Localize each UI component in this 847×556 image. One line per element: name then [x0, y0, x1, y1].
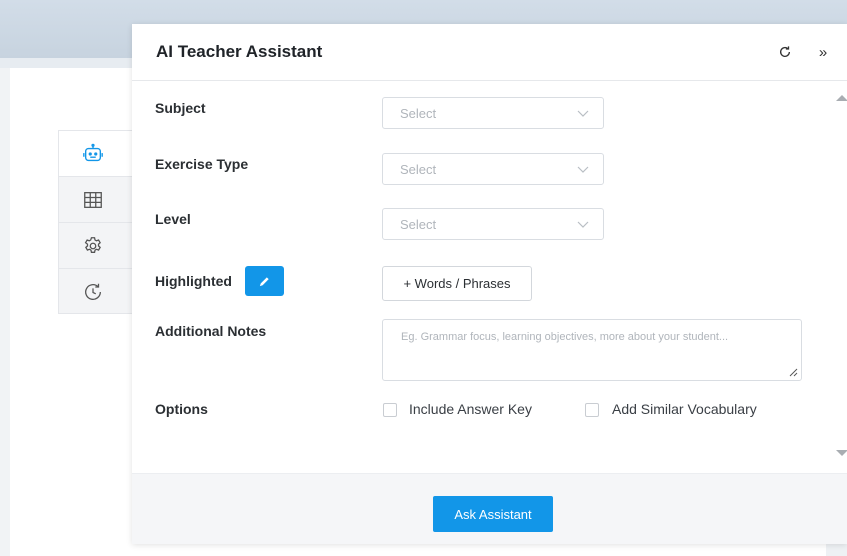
add-words-phrases-button[interactable]: + Words / Phrases: [382, 266, 532, 301]
additional-notes-placeholder: Eg. Grammar focus, learning objectives, …: [401, 331, 729, 343]
exercise-type-label: Exercise Type: [155, 156, 249, 172]
chevron-down-icon: [577, 166, 589, 173]
exercise-type-select[interactable]: Select: [382, 153, 604, 185]
collapse-double-chevron-icon: »: [818, 43, 828, 61]
scroll-down-arrow[interactable]: [836, 450, 847, 456]
subject-select-value: Select: [400, 106, 437, 121]
level-select-value: Select: [400, 217, 437, 232]
history-clock-icon: [84, 283, 101, 300]
add-similar-vocabulary-checkbox[interactable]: [585, 403, 599, 417]
scroll-up-arrow[interactable]: [836, 95, 847, 101]
side-tab-settings[interactable]: [59, 223, 132, 269]
additional-notes-label: Additional Notes: [155, 323, 267, 339]
side-tab-history[interactable]: [59, 269, 132, 315]
history-refresh-icon: [779, 46, 791, 57]
robot-icon: [82, 143, 103, 161]
level-select[interactable]: Select: [382, 208, 604, 240]
collapse-panel-button[interactable]: »: [813, 42, 833, 62]
options-label: Options: [155, 401, 208, 417]
side-tab-assistant[interactable]: [59, 131, 132, 177]
add-similar-vocabulary-label[interactable]: Add Similar Vocabulary: [612, 401, 757, 417]
panel-header: AI Teacher Assistant »: [132, 24, 847, 81]
chevron-down-icon: [577, 221, 589, 228]
subject-select[interactable]: Select: [382, 97, 604, 129]
pencil-icon: [259, 276, 269, 286]
settings-gear-icon: [84, 236, 101, 253]
side-tab-table[interactable]: [59, 177, 132, 223]
side-tab-strip: [58, 130, 132, 314]
resize-grip-icon[interactable]: [789, 368, 798, 377]
ask-assistant-button[interactable]: Ask Assistant: [433, 496, 553, 532]
ai-assistant-panel: AI Teacher Assistant » Subject Select Ex…: [132, 24, 847, 544]
refresh-button[interactable]: [775, 42, 795, 62]
panel-title: AI Teacher Assistant: [156, 42, 323, 61]
highlight-edit-button[interactable]: [245, 266, 284, 296]
include-answer-key-checkbox[interactable]: [383, 403, 397, 417]
table-grid-icon: [83, 191, 102, 208]
highlighted-label: Highlighted: [155, 273, 232, 289]
exercise-type-select-value: Select: [400, 162, 437, 177]
panel-footer: Ask Assistant: [132, 473, 847, 544]
include-answer-key-label[interactable]: Include Answer Key: [409, 401, 532, 417]
level-label: Level: [155, 211, 191, 227]
additional-notes-textarea[interactable]: Eg. Grammar focus, learning objectives, …: [382, 319, 802, 381]
subject-label: Subject: [155, 100, 206, 116]
chevron-down-icon: [577, 110, 589, 117]
panel-body: Subject Select Exercise Type Select Leve…: [132, 81, 847, 472]
